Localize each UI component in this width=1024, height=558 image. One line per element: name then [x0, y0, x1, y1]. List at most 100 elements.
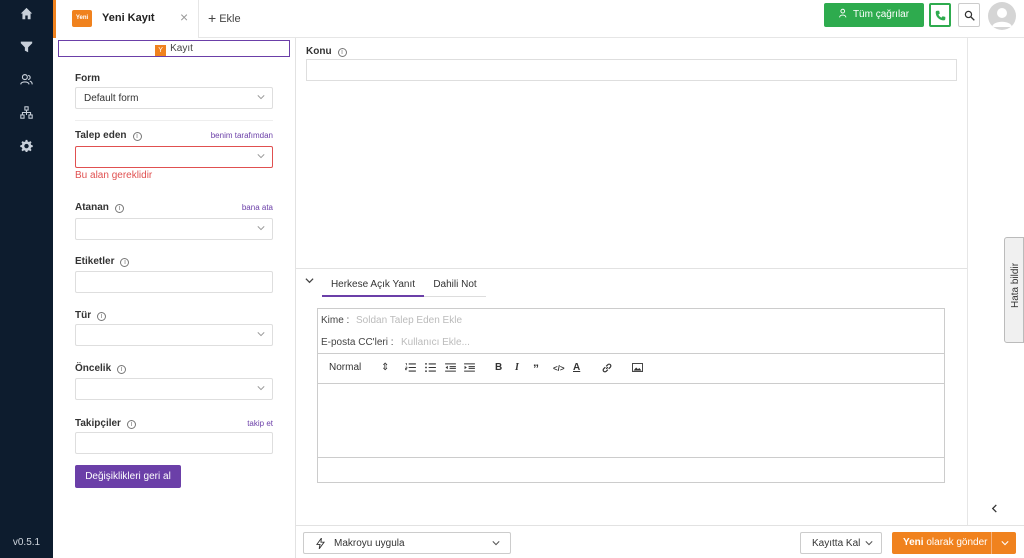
info-icon: i	[132, 132, 142, 141]
macro-select[interactable]: Makroyu uygula	[303, 532, 511, 554]
code-icon[interactable]: </>	[553, 364, 565, 373]
phone-button[interactable]	[929, 3, 951, 27]
stay-label: Kayıtta Kal	[812, 538, 861, 549]
text-color-icon[interactable]: A	[573, 362, 580, 373]
plus-icon: +	[208, 10, 217, 26]
tab-title: Yeni Kayıt	[102, 12, 155, 24]
user-phone-icon	[839, 8, 847, 18]
format-select-arrows: ⇕	[381, 362, 390, 373]
tab-internal-note[interactable]: Dahili Not	[424, 272, 486, 297]
cc-input[interactable]: Kullanıcı Ekle...	[401, 337, 470, 348]
assignee-label: Atanan i	[75, 202, 124, 213]
chevron-down-icon	[865, 541, 873, 546]
chevron-down-icon	[257, 386, 265, 391]
divider	[317, 353, 945, 354]
chevron-down-icon	[492, 541, 500, 546]
new-badge: Yeni	[72, 10, 92, 27]
info-icon: i	[117, 365, 127, 374]
divider	[75, 120, 273, 121]
version-label: v0.5.1	[12, 537, 41, 548]
chevron-down-icon	[257, 154, 265, 159]
priority-select[interactable]	[75, 378, 273, 400]
search-icon	[964, 10, 975, 21]
form-select-value: Default form	[84, 93, 139, 104]
quote-icon[interactable]: ”	[533, 362, 539, 376]
home-icon[interactable]	[14, 1, 38, 25]
report-bug-label: Hata bildir	[1010, 262, 1021, 308]
type-label: Tür i	[75, 310, 107, 321]
to-input[interactable]: Soldan Talep Eden Ekle	[356, 315, 462, 326]
ordered-list-icon[interactable]	[405, 363, 416, 375]
org-chart-icon[interactable]	[14, 100, 38, 124]
tags-input[interactable]	[75, 271, 273, 293]
avatar[interactable]	[988, 2, 1016, 30]
assign-self-link[interactable]: benim tarafımdan	[198, 131, 273, 140]
add-tab-button[interactable]: + Ekle	[208, 10, 241, 26]
reply-body-editor[interactable]	[318, 384, 944, 456]
assign-to-me-link[interactable]: bana ata	[213, 203, 273, 212]
type-label-text: Tür	[75, 310, 92, 321]
priority-label: Öncelik i	[75, 363, 127, 374]
user-avatar-icon	[992, 8, 1012, 27]
stay-on-record-select[interactable]: Kayıtta Kal	[800, 532, 882, 554]
send-as-new-button[interactable]: Yeni olarak gönder	[892, 532, 1016, 554]
all-calls-button[interactable]: Tüm çağrılar	[824, 3, 924, 27]
followers-label: Takipçiler i	[75, 418, 136, 429]
send-label: Yeni olarak gönder	[903, 537, 988, 548]
followers-input[interactable]	[75, 432, 273, 454]
record-badge: Y	[155, 45, 167, 56]
tab-public-reply[interactable]: Herkese Açık Yanıt	[322, 272, 424, 297]
format-select[interactable]: Normal	[329, 362, 361, 373]
link-icon[interactable]	[602, 363, 612, 376]
phone-icon	[935, 10, 945, 20]
info-icon: i	[337, 48, 347, 57]
divider	[296, 268, 967, 269]
revert-changes-button[interactable]: Değişiklikleri geri al	[75, 465, 181, 488]
divider	[317, 457, 945, 458]
outdent-icon[interactable]	[445, 363, 456, 375]
sidebar-nav: v0.5.1	[0, 0, 53, 558]
requester-label: Talep eden i	[75, 130, 142, 141]
search-button[interactable]	[958, 3, 980, 27]
send-label-rest: olarak gönder	[923, 537, 988, 548]
assignee-select[interactable]	[75, 218, 273, 240]
tags-label-text: Etiketler	[75, 256, 115, 267]
filter-icon[interactable]	[14, 34, 38, 58]
chevron-down-icon	[257, 95, 265, 100]
indent-icon[interactable]	[464, 363, 475, 375]
bullet-list-icon[interactable]	[425, 363, 436, 375]
chevron-left-icon[interactable]	[990, 502, 999, 516]
gear-icon[interactable]	[14, 133, 38, 157]
bold-icon[interactable]: B	[495, 362, 502, 373]
macro-label: Makroyu uygula	[334, 538, 405, 549]
chevron-down-icon	[257, 332, 265, 337]
type-select[interactable]	[75, 324, 273, 346]
report-bug-button[interactable]: Hata bildir	[1004, 237, 1024, 343]
record-type-tag[interactable]: Y Kayıt	[58, 40, 290, 57]
image-icon[interactable]	[632, 363, 643, 375]
form-label: Form	[75, 73, 100, 84]
assignee-label-text: Atanan	[75, 202, 109, 213]
info-icon: i	[97, 312, 107, 321]
chevron-down-icon[interactable]	[1001, 539, 1009, 547]
lightning-icon	[316, 538, 325, 549]
follow-link[interactable]: takip et	[213, 419, 273, 428]
italic-icon[interactable]: I	[515, 362, 519, 373]
followers-label-text: Takipçiler	[75, 418, 121, 429]
form-label-text: Form	[75, 73, 100, 84]
chevron-down-icon	[257, 226, 265, 231]
to-label: Kime :	[321, 315, 350, 326]
users-icon[interactable]	[14, 67, 38, 91]
requester-select[interactable]	[75, 146, 273, 168]
close-icon[interactable]: ×	[180, 9, 188, 25]
info-icon: i	[126, 420, 136, 429]
subject-input[interactable]	[306, 59, 957, 81]
chevron-down-icon[interactable]	[305, 276, 314, 288]
requester-error: Bu alan gereklidir	[75, 170, 153, 181]
form-select[interactable]: Default form	[75, 87, 273, 109]
add-tab-label: Ekle	[219, 13, 241, 25]
priority-label-text: Öncelik	[75, 363, 112, 374]
cc-label: E-posta CC'leri :	[321, 337, 394, 348]
subject-label: Konu i	[306, 46, 347, 57]
format-select-value: Normal	[329, 362, 362, 373]
